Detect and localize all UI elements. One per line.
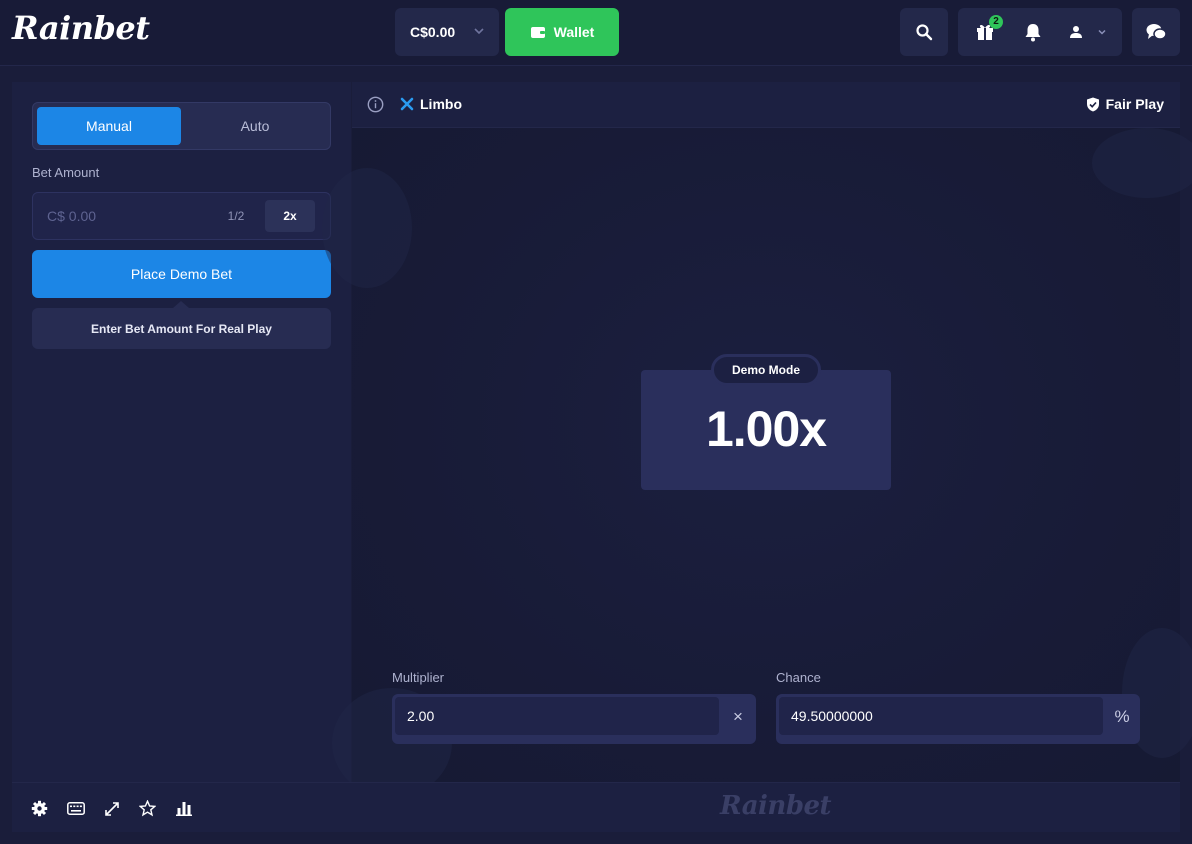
- place-demo-bet-button[interactable]: Place Demo Bet: [32, 250, 331, 298]
- stats-icon: [175, 802, 192, 816]
- chat-icon: [1146, 24, 1167, 40]
- bet-amount-input[interactable]: [47, 206, 197, 226]
- double-bet-button[interactable]: 2x: [265, 200, 315, 232]
- chat-button[interactable]: [1132, 8, 1180, 56]
- multiplier-label: Multiplier: [392, 670, 445, 685]
- star-icon: [139, 800, 156, 817]
- fair-play-label: Fair Play: [1105, 96, 1164, 112]
- background-decoration: [1092, 128, 1192, 198]
- game-topbar: Limbo Fair Play: [352, 82, 1180, 128]
- search-icon: [916, 24, 933, 41]
- user-actions-group: 2: [958, 8, 1122, 56]
- tab-auto[interactable]: Auto: [183, 107, 327, 145]
- settings-button[interactable]: [30, 799, 49, 818]
- multiplier-input-wrap: [395, 697, 719, 735]
- shield-check-icon: [1086, 97, 1099, 111]
- result-card: Demo Mode 1.00x: [641, 354, 891, 490]
- chevron-down-icon: [474, 28, 484, 35]
- bet-controls-panel: Manual Auto Bet Amount 1/2 2x Place Demo…: [12, 82, 351, 782]
- info-icon[interactable]: [367, 96, 384, 113]
- game-title: Limbo: [400, 96, 462, 112]
- result-multiplier: 1.00x: [705, 401, 827, 457]
- wallet-icon: [530, 27, 545, 38]
- bet-amount-field: 1/2 2x: [32, 192, 331, 240]
- fair-play-button[interactable]: Fair Play: [1086, 96, 1164, 112]
- rainbet-watermark: Rainbet: [720, 791, 832, 821]
- balance-value: C$0.00: [410, 24, 456, 40]
- bet-mode-toggle: Manual Auto: [32, 102, 331, 150]
- rainbet-logo[interactable]: Rainbet: [12, 9, 150, 47]
- fullscreen-icon: [104, 801, 119, 816]
- wallet-label: Wallet: [553, 24, 595, 40]
- search-button[interactable]: [900, 8, 948, 56]
- chance-input[interactable]: [791, 706, 1081, 726]
- limbo-icon: [400, 97, 414, 111]
- footer-toolbar: [30, 799, 193, 818]
- multiplier-input[interactable]: [407, 706, 697, 726]
- keyboard-icon: [66, 802, 85, 815]
- gift-button[interactable]: 2: [961, 8, 1009, 56]
- fullscreen-button[interactable]: [102, 799, 121, 818]
- game-title-text: Limbo: [420, 96, 462, 112]
- game-footer: Rainbet: [12, 782, 1180, 832]
- gift-count-badge: 2: [989, 15, 1003, 29]
- user-menu-button[interactable]: [1057, 8, 1119, 56]
- settings-icon: [31, 800, 48, 817]
- wallet-button[interactable]: Wallet: [505, 8, 619, 56]
- chance-label: Chance: [776, 670, 821, 685]
- favorite-button[interactable]: [138, 799, 157, 818]
- multiplier-field: ×: [392, 694, 756, 744]
- tab-manual[interactable]: Manual: [37, 107, 181, 145]
- chance-field: %: [776, 694, 1140, 744]
- bet-amount-label: Bet Amount: [32, 165, 100, 180]
- demo-mode-badge: Demo Mode: [711, 354, 821, 386]
- stats-button[interactable]: [174, 799, 193, 818]
- multiplier-x-icon: ×: [733, 707, 743, 726]
- balance-dropdown[interactable]: C$0.00: [395, 8, 499, 56]
- real-play-tooltip: Enter Bet Amount For Real Play: [32, 301, 331, 349]
- keyboard-shortcuts-button[interactable]: [66, 799, 85, 818]
- percent-suffix: %: [1114, 707, 1130, 726]
- bell-icon: [1025, 23, 1041, 41]
- game-board: Demo Mode 1.00x Multiplier × Chance %: [322, 128, 1192, 798]
- chance-input-wrap: [779, 697, 1103, 735]
- notifications-button[interactable]: [1009, 8, 1057, 56]
- game-panel: Limbo Fair Play Demo Mode 1.00x Multipli…: [322, 82, 1192, 798]
- user-icon: [1070, 26, 1082, 38]
- chevron-down-icon: [1098, 29, 1106, 35]
- half-bet-button[interactable]: 1/2: [215, 200, 257, 232]
- top-header: Rainbet C$0.00 Wallet 2: [0, 0, 1192, 66]
- background-decoration: [322, 168, 412, 288]
